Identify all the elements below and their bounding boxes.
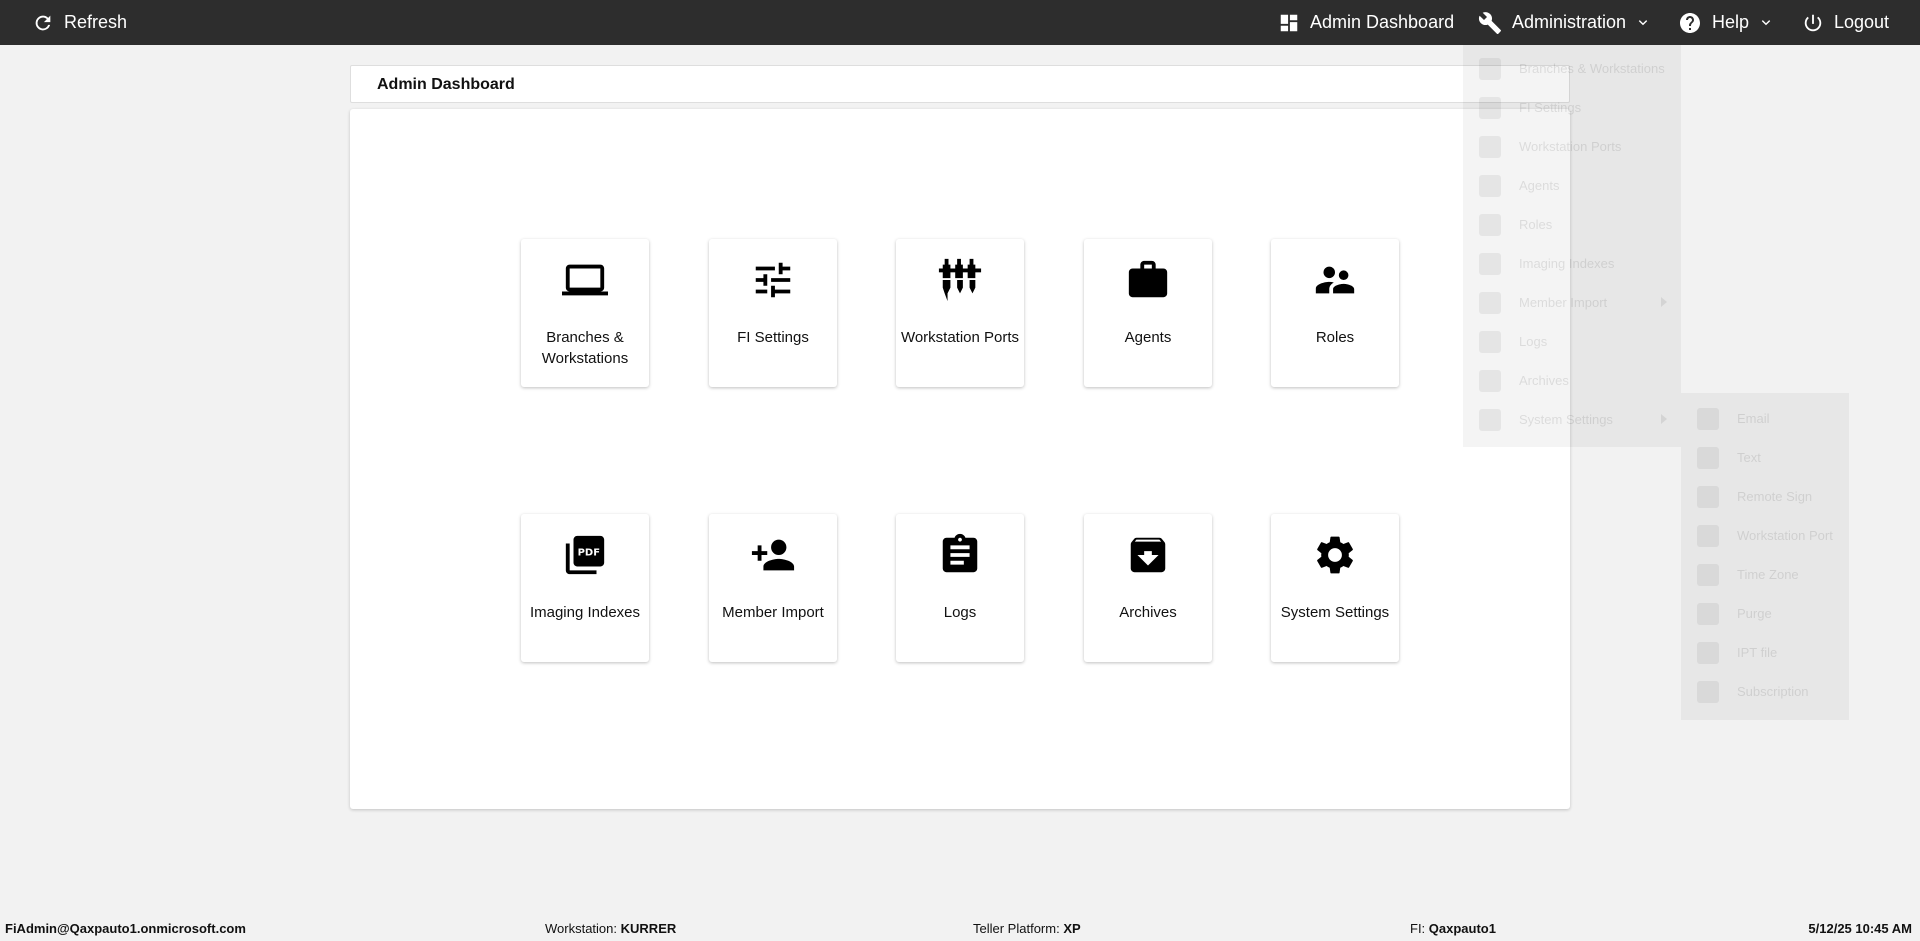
dashboard-panel: Branches & Workstations FI Settings Work…	[350, 109, 1570, 809]
laptop-icon	[1479, 57, 1501, 80]
wrench-icon	[1478, 11, 1501, 34]
logout-button[interactable]: Logout	[1802, 0, 1889, 45]
laptop-icon	[562, 264, 608, 296]
tile-label: FI Settings	[737, 329, 809, 346]
page-header: Admin Dashboard	[350, 65, 1570, 103]
tile-label: Roles	[1315, 329, 1355, 346]
tile-archives[interactable]: Archives	[1084, 514, 1212, 662]
administration-label: Administration	[1512, 12, 1627, 32]
help-label: Help	[1712, 12, 1750, 32]
chevron-down-icon	[1761, 19, 1771, 25]
chevron-right-icon	[1661, 414, 1667, 424]
admin-dashboard-label: Admin Dashboard	[1310, 12, 1455, 32]
person-add-icon	[751, 539, 795, 571]
help-icon	[1680, 12, 1700, 33]
list-check-icon	[1697, 680, 1719, 703]
submenu-item-purge[interactable]: Purge	[1681, 594, 1849, 633]
person-add-icon	[1479, 291, 1501, 314]
tile-label: Imaging Indexes	[529, 604, 641, 621]
pdf-icon	[1479, 252, 1501, 275]
administration-menu-button[interactable]: Administration	[1478, 0, 1650, 45]
status-teller-platform: Teller Platform: XP	[973, 921, 1081, 936]
status-fi: FI: Qaxpauto1	[1410, 921, 1496, 936]
chevron-down-icon	[1638, 19, 1648, 25]
clipboard-icon	[1479, 330, 1501, 353]
menu-item-logs[interactable]: Logs	[1463, 322, 1681, 361]
briefcase-icon	[1479, 174, 1501, 197]
people-icon	[1479, 213, 1501, 236]
submenu-item-text[interactable]: Text	[1681, 438, 1849, 477]
pdf-icon: PDF	[565, 535, 605, 575]
ports-icon	[1697, 524, 1719, 547]
submenu-item-remote-sign[interactable]: Remote Sign	[1681, 477, 1849, 516]
status-bar: FiAdmin@Qaxpauto1.onmicrosoft.com Workst…	[0, 915, 1920, 941]
sliders-icon	[1479, 96, 1501, 119]
sliders-icon	[755, 262, 791, 298]
ports-icon	[1479, 135, 1501, 158]
submenu-item-subscription[interactable]: Subscription	[1681, 672, 1849, 711]
submenu-item-workstation-port[interactable]: Workstation Port	[1681, 516, 1849, 555]
logout-label: Logout	[1834, 12, 1890, 32]
chat-icon	[1697, 446, 1719, 469]
menu-item-fi-settings[interactable]: FI Settings	[1463, 88, 1681, 127]
refresh-button[interactable]: Refresh	[32, 0, 127, 45]
status-datetime: 5/12/25 10:45 AM	[1808, 921, 1912, 936]
purge-icon	[1697, 602, 1719, 625]
refresh-icon	[35, 15, 51, 30]
tile-label: Workstation Ports	[900, 329, 1020, 346]
power-icon	[1804, 14, 1822, 31]
status-user: FiAdmin@Qaxpauto1.onmicrosoft.com	[5, 921, 246, 936]
menu-item-imaging-indexes[interactable]: Imaging Indexes	[1463, 244, 1681, 283]
briefcase-icon	[1128, 260, 1168, 298]
tile-label: Logs	[943, 604, 977, 621]
tile-label: Branches & Workstations	[541, 329, 629, 367]
filter-icon	[1697, 641, 1719, 664]
top-bar: Refresh Admin Dashboard Administration H…	[0, 0, 1920, 45]
tile-roles[interactable]: Roles	[1271, 239, 1399, 387]
status-workstation: Workstation: KURRER	[545, 921, 677, 936]
svg-text:PDF: PDF	[578, 548, 600, 559]
chevron-right-icon	[1661, 297, 1667, 307]
ports-icon	[938, 258, 982, 302]
submenu-item-ipt-file[interactable]: IPT file	[1681, 633, 1849, 672]
tile-fi-settings[interactable]: FI Settings	[709, 239, 837, 387]
tile-member-import[interactable]: Member Import	[709, 514, 837, 662]
menu-item-archives[interactable]: Archives	[1463, 361, 1681, 400]
clock-icon	[1697, 563, 1719, 586]
dashboard-icon	[1280, 14, 1298, 31]
archive-icon	[1479, 369, 1501, 392]
tile-branches-workstations[interactable]: Branches & Workstations	[521, 239, 649, 387]
clipboard-icon	[942, 533, 978, 573]
archive-icon	[1130, 537, 1166, 573]
system-settings-submenu: Email Text Remote Sign Workstation Port …	[1681, 393, 1849, 720]
tile-logs[interactable]: Logs	[896, 514, 1024, 662]
submenu-item-email[interactable]: Email	[1681, 399, 1849, 438]
tile-label: Member Import	[722, 604, 824, 621]
people-icon	[1315, 266, 1355, 294]
help-menu-button[interactable]: Help	[1678, 0, 1773, 45]
submenu-item-time-zone[interactable]: Time Zone	[1681, 555, 1849, 594]
menu-item-agents[interactable]: Agents	[1463, 166, 1681, 205]
menu-item-workstation-ports[interactable]: Workstation Ports	[1463, 127, 1681, 166]
menu-item-system-settings[interactable]: System Settings	[1463, 400, 1681, 439]
email-icon	[1697, 407, 1719, 430]
menu-item-branches-workstations[interactable]: Branches & Workstations	[1463, 49, 1681, 88]
menu-item-roles[interactable]: Roles	[1463, 205, 1681, 244]
edit-icon	[1697, 485, 1719, 508]
administration-dropdown: Branches & Workstations FI Settings Work…	[1463, 45, 1681, 447]
tile-imaging-indexes[interactable]: PDF Imaging Indexes	[521, 514, 649, 662]
tile-system-settings[interactable]: System Settings	[1271, 514, 1399, 662]
tile-workstation-ports[interactable]: Workstation Ports	[896, 239, 1024, 387]
tile-label: Archives	[1119, 604, 1177, 621]
menu-item-member-import[interactable]: Member Import	[1463, 283, 1681, 322]
tile-agents[interactable]: Agents	[1084, 239, 1212, 387]
tile-label: System Settings	[1280, 604, 1390, 621]
gear-icon	[1479, 408, 1501, 431]
refresh-label: Refresh	[64, 12, 128, 32]
gear-icon	[1317, 536, 1353, 574]
admin-dashboard-link[interactable]: Admin Dashboard	[1278, 0, 1454, 45]
tile-label: Agents	[1124, 329, 1172, 346]
page-title: Admin Dashboard	[377, 76, 515, 93]
